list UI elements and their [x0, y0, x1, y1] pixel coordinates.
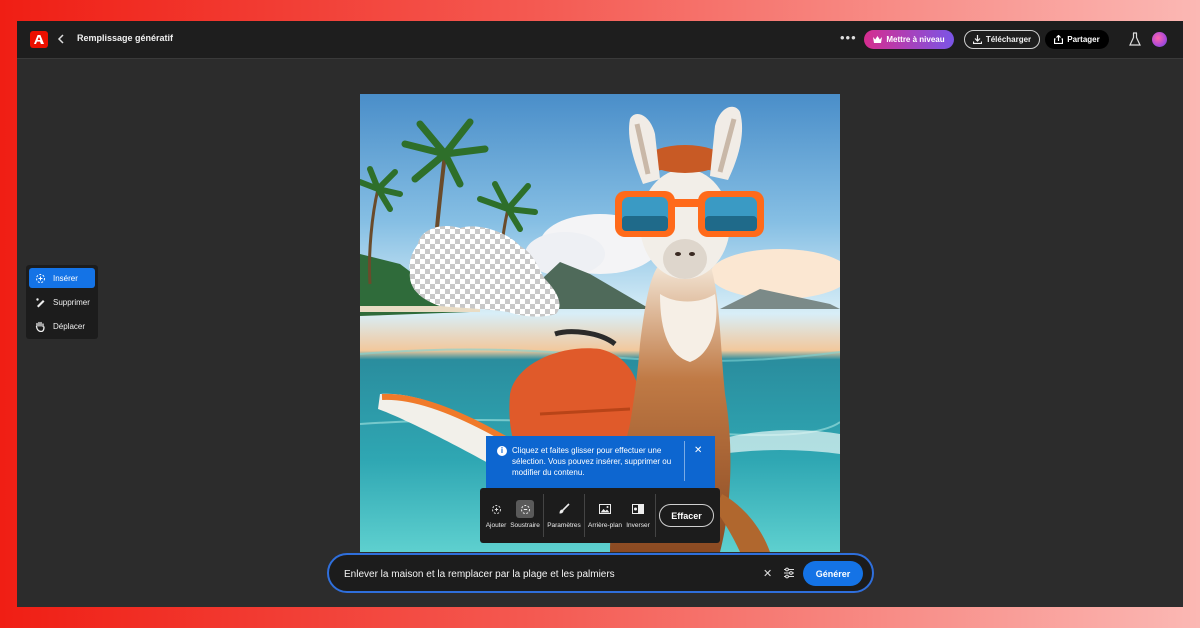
- upgrade-label: Mettre à niveau: [886, 35, 945, 44]
- invert-selection-icon: [629, 500, 647, 518]
- tool-remove[interactable]: Supprimer: [29, 292, 95, 312]
- upgrade-button[interactable]: Mettre à niveau: [864, 30, 954, 49]
- settings-button[interactable]: Paramètres: [546, 488, 582, 543]
- top-bar: Remplissage génératif ••• Mettre à nivea…: [17, 21, 1183, 59]
- invert-button[interactable]: Inverser: [623, 488, 653, 543]
- app-window: Remplissage génératif ••• Mettre à nivea…: [17, 21, 1183, 607]
- invert-label: Inverser: [626, 522, 650, 529]
- tool-move[interactable]: Déplacer: [29, 316, 95, 336]
- download-button[interactable]: Télécharger: [964, 30, 1040, 49]
- info-tooltip: i Cliquez et faites glisser pour effectu…: [486, 436, 715, 488]
- toolbar-divider: [543, 494, 544, 537]
- tool-move-label: Déplacer: [53, 321, 86, 331]
- remove-brush-icon: [36, 297, 45, 307]
- info-text: Cliquez et faites glisser pour effectuer…: [512, 446, 672, 477]
- avatar[interactable]: [1152, 32, 1167, 47]
- toolbar-divider: [584, 494, 585, 537]
- page-title: Remplissage génératif: [77, 33, 174, 43]
- settings-label: Paramètres: [547, 522, 581, 529]
- prompt-input[interactable]: [344, 566, 734, 582]
- back-icon[interactable]: [57, 33, 65, 47]
- clear-selection-button[interactable]: Effacer: [659, 504, 714, 527]
- prompt-bar: ✕ Générer: [327, 553, 874, 593]
- clear-prompt-icon[interactable]: ✕: [763, 567, 772, 580]
- toolbar-divider: [655, 494, 656, 537]
- subtract-selection-label: Soustraire: [510, 522, 540, 529]
- brush-icon: [555, 500, 573, 518]
- subtract-selection-icon: [516, 500, 534, 518]
- image-background-icon: [596, 500, 614, 518]
- info-icon: i: [497, 446, 507, 456]
- add-selection-button[interactable]: Ajouter: [484, 488, 508, 543]
- download-icon: [972, 35, 982, 44]
- more-options-icon[interactable]: •••: [840, 30, 857, 45]
- insert-brush-icon: [36, 273, 45, 283]
- background-label: Arrière-plan: [588, 522, 622, 529]
- beta-flask-icon[interactable]: [1129, 32, 1141, 47]
- sliders-icon[interactable]: [782, 566, 796, 580]
- download-label: Télécharger: [985, 35, 1032, 44]
- tool-insert[interactable]: Insérer: [29, 268, 95, 288]
- hand-icon: [35, 321, 45, 332]
- subtract-selection-button[interactable]: Soustraire: [510, 488, 540, 543]
- crown-icon: [873, 36, 883, 43]
- tool-insert-label: Insérer: [53, 273, 78, 283]
- adobe-logo-icon[interactable]: [30, 31, 48, 48]
- left-toolbar: Insérer Supprimer Déplacer: [26, 265, 98, 339]
- share-button[interactable]: Partager: [1045, 30, 1109, 49]
- share-icon: [1054, 35, 1064, 44]
- share-label: Partager: [1067, 35, 1100, 44]
- tool-remove-label: Supprimer: [53, 297, 90, 307]
- generate-button[interactable]: Générer: [803, 561, 863, 586]
- background-button[interactable]: Arrière-plan: [587, 488, 623, 543]
- add-selection-label: Ajouter: [485, 522, 507, 529]
- info-close-icon[interactable]: ✕: [694, 445, 702, 456]
- add-selection-icon: [487, 500, 505, 518]
- info-divider: [684, 441, 685, 481]
- selection-toolbar: Ajouter Soustraire Paramètres Arrière-pl…: [480, 488, 720, 543]
